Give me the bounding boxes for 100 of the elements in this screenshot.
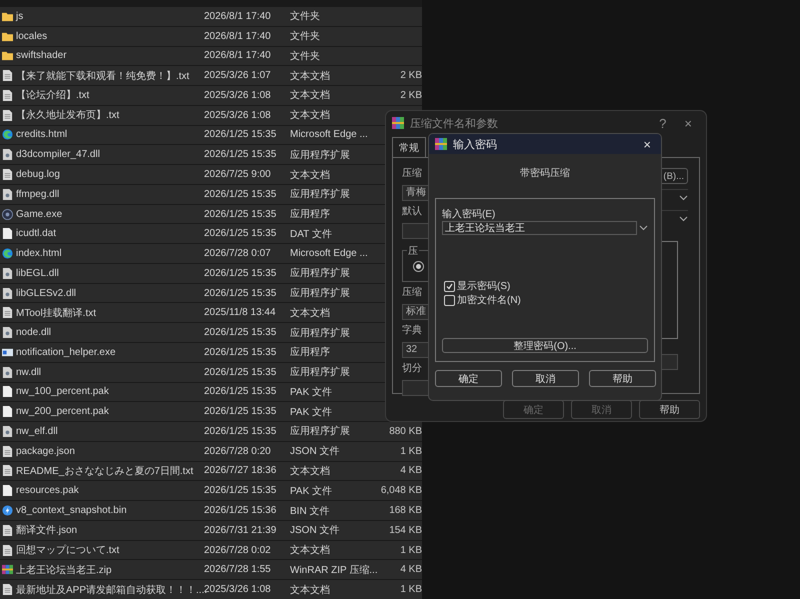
file-type: 文本文档 bbox=[290, 108, 331, 122]
file-date: 2026/7/31 21:39 bbox=[204, 524, 278, 536]
file-icon bbox=[2, 386, 13, 398]
folder-icon bbox=[2, 30, 13, 42]
file-name: libGLESv2.dll bbox=[16, 288, 78, 299]
archive-icon bbox=[2, 564, 13, 576]
browser-icon bbox=[2, 248, 13, 260]
file-name: locales bbox=[16, 30, 48, 42]
file-size: 154 KB bbox=[388, 524, 422, 536]
file-type: 文本文档 bbox=[290, 306, 331, 320]
file-date: 2026/1/25 15:35 bbox=[204, 288, 278, 299]
file-type: JSON 文件 bbox=[290, 524, 340, 538]
file-icon bbox=[2, 406, 13, 418]
chevron-down-icon[interactable] bbox=[639, 225, 648, 231]
file-type: 应用程序扩展 bbox=[290, 326, 351, 340]
file-type: 应用程序扩展 bbox=[290, 366, 351, 380]
dialog-heading: 带密码压缩 bbox=[519, 166, 571, 180]
field-label: 压缩 bbox=[402, 287, 422, 299]
file-type: 应用程序 bbox=[290, 208, 331, 222]
file-date: 2026/7/28 0:02 bbox=[204, 544, 272, 556]
document-icon bbox=[2, 307, 13, 318]
archive-icon bbox=[435, 138, 447, 150]
file-date: 2026/7/28 0:20 bbox=[204, 446, 272, 457]
file-date: 2026/1/25 15:35 bbox=[204, 346, 278, 358]
file-name: node.dll bbox=[16, 327, 52, 338]
checkbox-label: 加密文件名(N) bbox=[457, 294, 521, 307]
document-icon bbox=[2, 446, 13, 457]
window-title: 输入密码 bbox=[453, 138, 498, 152]
file-date: 2025/3/26 1:08 bbox=[204, 110, 272, 121]
close-button[interactable]: × bbox=[678, 116, 698, 130]
file-date: 2026/8/1 17:40 bbox=[204, 10, 272, 22]
file-name: debug.log bbox=[16, 169, 61, 180]
file-size: 1 KB bbox=[399, 544, 422, 556]
file-type: 应用程序扩展 bbox=[290, 266, 351, 280]
dialog-button[interactable]: 确定 bbox=[435, 370, 502, 387]
field-label: 默认 bbox=[402, 206, 422, 218]
field-label: 压缩 bbox=[402, 168, 422, 180]
file-type: 文本文档 bbox=[290, 584, 331, 597]
file-name: nw.dll bbox=[16, 366, 42, 378]
organize-button[interactable]: 整理密码(O)... bbox=[442, 338, 648, 353]
file-name: credits.html bbox=[16, 129, 68, 140]
checkbox-label: 显示密码(S) bbox=[457, 280, 510, 293]
dialog-button[interactable]: 帮助 bbox=[589, 370, 656, 387]
file-date: 2026/1/25 15:35 bbox=[204, 366, 278, 378]
file-name: resources.pak bbox=[16, 485, 80, 496]
gear-file-icon bbox=[2, 268, 13, 279]
file-date: 2026/1/25 15:35 bbox=[204, 228, 278, 240]
file-name: 翻译文件.json bbox=[16, 524, 78, 538]
file-name: 回想マップについて.txt bbox=[16, 544, 120, 558]
file-size: 4 KB bbox=[399, 564, 422, 576]
file-name: 【论坛介绍】.txt bbox=[16, 88, 90, 102]
radio-button[interactable] bbox=[413, 261, 424, 272]
document-icon bbox=[2, 465, 13, 476]
file-date: 2026/1/25 15:35 bbox=[204, 268, 278, 279]
archive-icon bbox=[392, 117, 404, 129]
file-name: 最新地址及APP请发邮箱自动获取！！！.... bbox=[16, 584, 204, 597]
file-name: nw_100_percent.pak bbox=[16, 386, 110, 398]
file-type: PAK 文件 bbox=[290, 386, 334, 399]
file-date: 2026/8/1 17:40 bbox=[204, 50, 272, 62]
file-name: Game.exe bbox=[16, 208, 64, 220]
file-type: PAK 文件 bbox=[290, 484, 334, 498]
file-name: libEGL.dll bbox=[16, 268, 60, 279]
app-icon bbox=[2, 346, 13, 358]
file-type: 应用程序扩展 bbox=[290, 148, 351, 162]
file-name: swiftshader bbox=[16, 50, 68, 62]
file-type: 应用程序 bbox=[290, 346, 331, 360]
file-date: 2026/7/28 1:55 bbox=[204, 564, 272, 576]
file-type: 文本文档 bbox=[290, 544, 331, 558]
file-type: BIN 文件 bbox=[290, 504, 330, 518]
gear-file-icon bbox=[2, 188, 13, 200]
file-name: package.json bbox=[16, 446, 76, 457]
file-size: 2 KB bbox=[399, 70, 422, 82]
close-button[interactable]: × bbox=[637, 136, 657, 152]
help-button[interactable]: ? bbox=[653, 116, 672, 130]
chevron-down-icon[interactable] bbox=[679, 194, 688, 200]
dialog-button[interactable]: 取消 bbox=[512, 370, 579, 387]
game-icon bbox=[2, 208, 13, 220]
chevron-down-icon[interactable] bbox=[679, 216, 688, 222]
checkbox[interactable] bbox=[444, 294, 455, 306]
file-size: 1 KB bbox=[399, 446, 422, 457]
file-name: ffmpeg.dll bbox=[16, 188, 60, 200]
file-type: 文本文档 bbox=[290, 168, 331, 182]
file-type: 文本文档 bbox=[290, 70, 331, 83]
file-size: 880 KB bbox=[388, 426, 422, 437]
file-date: 2026/1/25 15:35 bbox=[204, 188, 278, 200]
document-icon bbox=[2, 90, 13, 101]
checkbox[interactable] bbox=[444, 280, 455, 292]
file-name: nw_200_percent.pak bbox=[16, 406, 110, 418]
file-date: 2026/7/28 0:07 bbox=[204, 248, 272, 260]
file-icon bbox=[2, 228, 13, 240]
password-field[interactable]: 上老王论坛当老王 bbox=[442, 221, 637, 235]
lightning-icon bbox=[2, 505, 13, 516]
document-icon bbox=[2, 584, 13, 596]
file-type: JSON 文件 bbox=[290, 444, 340, 458]
file-type: 应用程序扩展 bbox=[290, 424, 351, 438]
file-date: 2025/11/8 13:44 bbox=[204, 307, 277, 318]
file-type: Microsoft Edge ... bbox=[290, 129, 369, 140]
file-name: v8_context_snapshot.bin bbox=[16, 505, 128, 516]
tab[interactable]: 常规 bbox=[392, 137, 426, 158]
file-date: 2026/7/27 18:36 bbox=[204, 465, 278, 476]
